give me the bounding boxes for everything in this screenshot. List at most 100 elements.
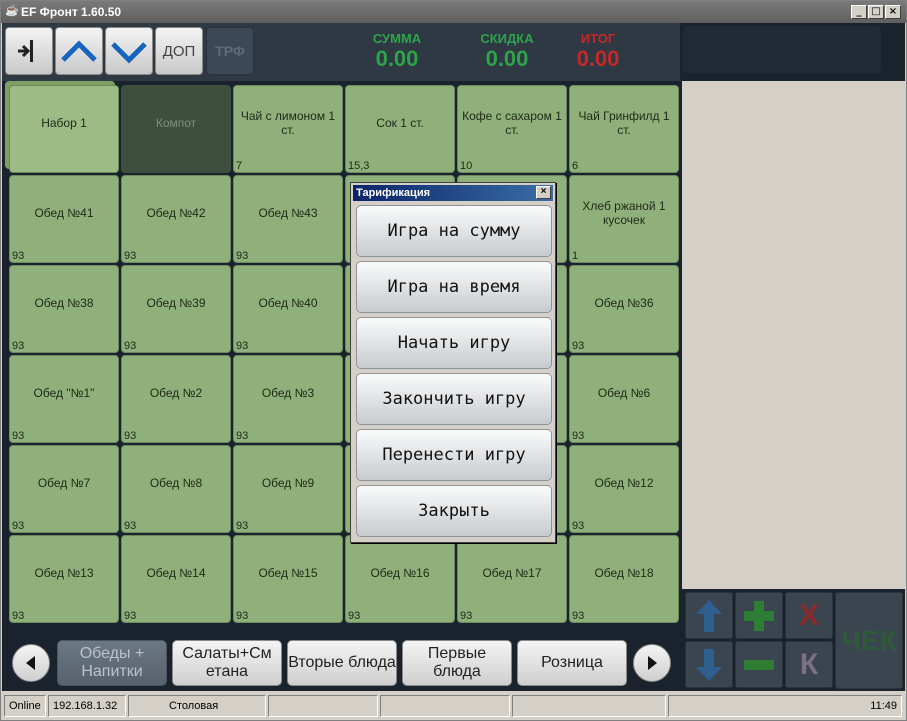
- chevron-down-icon: [111, 42, 147, 64]
- status-empty-2: [380, 695, 510, 717]
- move-up-key[interactable]: [685, 592, 733, 639]
- discount-total: СКИДКА 0.00: [470, 31, 544, 72]
- category-bar: Обеды + Напитки Салаты+См етана Вторые б…: [2, 627, 682, 689]
- game-sum-button[interactable]: Игра на сумму: [356, 205, 552, 257]
- move-down-key[interactable]: [685, 641, 733, 688]
- tile-name: Обед №40: [258, 296, 318, 310]
- menu-tile[interactable]: Обед №18 93: [569, 535, 679, 623]
- tile-price: 93: [572, 610, 585, 622]
- tile-name: Обед №9: [261, 476, 315, 490]
- menu-tile[interactable]: Чай с лимоном 1 ст. 7: [233, 85, 343, 173]
- menu-tile[interactable]: Обед №14 93: [121, 535, 231, 623]
- menu-tile[interactable]: Обед №9 93: [233, 445, 343, 533]
- menu-tile[interactable]: Набор 1: [9, 85, 119, 173]
- menu-tile[interactable]: Обед №6 93: [569, 355, 679, 443]
- menu-tile[interactable]: Кофе с сахаром 1 ст. 10: [457, 85, 567, 173]
- end-game-button[interactable]: Закончить игру: [356, 373, 552, 425]
- menu-tile[interactable]: Обед №43 93: [233, 175, 343, 263]
- delete-key[interactable]: Х: [785, 592, 833, 639]
- menu-tile[interactable]: Обед №7 93: [9, 445, 119, 533]
- menu-tile[interactable]: Обед №17 93: [457, 535, 567, 623]
- menu-tile[interactable]: Хлеб ржаной 1 кусочек 1: [569, 175, 679, 263]
- plus-key[interactable]: [735, 592, 783, 639]
- menu-tile[interactable]: Обед №42 93: [121, 175, 231, 263]
- dialog-title: Тарификация: [356, 187, 430, 199]
- category-prev-button[interactable]: [12, 644, 50, 682]
- tile-name: Обед №43: [258, 206, 318, 220]
- sum-total: СУММА 0.00: [362, 31, 432, 72]
- game-time-button[interactable]: Игра на время: [356, 261, 552, 313]
- dialog-close-button[interactable]: Закрыть: [356, 485, 552, 537]
- chevron-up-icon: [61, 40, 97, 62]
- menu-tile[interactable]: Обед №41 93: [9, 175, 119, 263]
- tile-price: 93: [124, 610, 137, 622]
- dialog-title-bar: Тарификация ×: [353, 185, 553, 201]
- move-game-button[interactable]: Перенести игру: [356, 429, 552, 481]
- tile-name: Обед №6: [597, 386, 651, 400]
- tile-name: Обед №14: [146, 566, 206, 580]
- minus-key[interactable]: [735, 641, 783, 688]
- title-bar: ☕ EF Фронт 1.60.50 _ □ ×: [1, 1, 906, 23]
- category-tab-1[interactable]: Салаты+См етана: [172, 640, 282, 686]
- tile-price: 1: [572, 250, 579, 262]
- tile-price: 93: [460, 610, 473, 622]
- sum-value: 0.00: [375, 46, 419, 71]
- menu-tile[interactable]: Обед №3 93: [233, 355, 343, 443]
- tile-price: 93: [12, 520, 25, 532]
- tile-price: 93: [12, 430, 25, 442]
- tile-name: Обед "№1": [33, 386, 95, 400]
- category-tab-4[interactable]: Розница: [517, 640, 627, 686]
- order-display: [683, 26, 881, 73]
- minimize-button[interactable]: _: [851, 5, 867, 19]
- category-tab-0[interactable]: Обеды + Напитки: [57, 640, 167, 686]
- exit-button[interactable]: [5, 27, 53, 75]
- menu-tile[interactable]: Обед №15 93: [233, 535, 343, 623]
- menu-tile[interactable]: Обед №36 93: [569, 265, 679, 353]
- status-place: Столовая: [128, 695, 266, 717]
- tile-name: Обед №39: [146, 296, 206, 310]
- tile-name: Обед №7: [37, 476, 91, 490]
- close-button[interactable]: ×: [885, 5, 901, 19]
- tile-name: Обед №8: [149, 476, 203, 490]
- menu-tile[interactable]: Компот: [121, 85, 231, 173]
- dialog-close-icon[interactable]: ×: [536, 186, 551, 199]
- start-game-button[interactable]: Начать игру: [356, 317, 552, 369]
- category-tab-2[interactable]: Вторые блюда: [287, 640, 397, 686]
- exit-icon: [18, 40, 33, 62]
- tile-price: 93: [124, 430, 137, 442]
- menu-tile[interactable]: Сок 1 ст. 15,3: [345, 85, 455, 173]
- trf-button[interactable]: ТРФ: [206, 27, 254, 75]
- status-bar: Online 192.168.1.32 Столовая 11:49: [2, 692, 905, 720]
- category-next-button[interactable]: [633, 644, 671, 682]
- menu-tile[interactable]: Обед "№1" 93: [9, 355, 119, 443]
- scroll-down-button[interactable]: [105, 27, 153, 75]
- quantity-key[interactable]: К: [785, 641, 833, 688]
- main-window: ☕ EF Фронт 1.60.50 _ □ × ДОП ТРФ СУММА 0…: [0, 0, 907, 721]
- category-tab-3[interactable]: Первые блюда: [402, 640, 512, 686]
- window-title: EF Фронт 1.60.50: [21, 5, 122, 19]
- maximize-button[interactable]: □: [868, 5, 884, 19]
- dop-button[interactable]: ДОП: [155, 27, 203, 75]
- menu-tile[interactable]: Обед №40 93: [233, 265, 343, 353]
- menu-tile[interactable]: Обед №39 93: [121, 265, 231, 353]
- discount-label: СКИДКА: [480, 31, 534, 46]
- tile-name: Обед №2: [149, 386, 203, 400]
- sum-label: СУММА: [372, 31, 422, 46]
- menu-tile[interactable]: Обед №8 93: [121, 445, 231, 533]
- tile-name: Обед №3: [261, 386, 315, 400]
- menu-tile[interactable]: Обед №38 93: [9, 265, 119, 353]
- grand-total: ИТОГ 0.00: [568, 31, 628, 72]
- menu-tile[interactable]: Обед №12 93: [569, 445, 679, 533]
- check-key[interactable]: ЧЕК: [835, 592, 903, 689]
- tile-price: 93: [572, 520, 585, 532]
- menu-tile[interactable]: Обед №2 93: [121, 355, 231, 443]
- menu-tile[interactable]: Обед №16 93: [345, 535, 455, 623]
- status-online: Online: [4, 695, 46, 717]
- scroll-up-button[interactable]: [55, 27, 103, 75]
- menu-tile[interactable]: Чай Гринфилд 1 ст. 6: [569, 85, 679, 173]
- tile-price: 93: [12, 340, 25, 352]
- tile-name: Набор 1: [41, 116, 87, 130]
- app-icon: ☕: [5, 5, 19, 17]
- menu-tile[interactable]: Обед №13 93: [9, 535, 119, 623]
- order-panel[interactable]: [682, 81, 905, 613]
